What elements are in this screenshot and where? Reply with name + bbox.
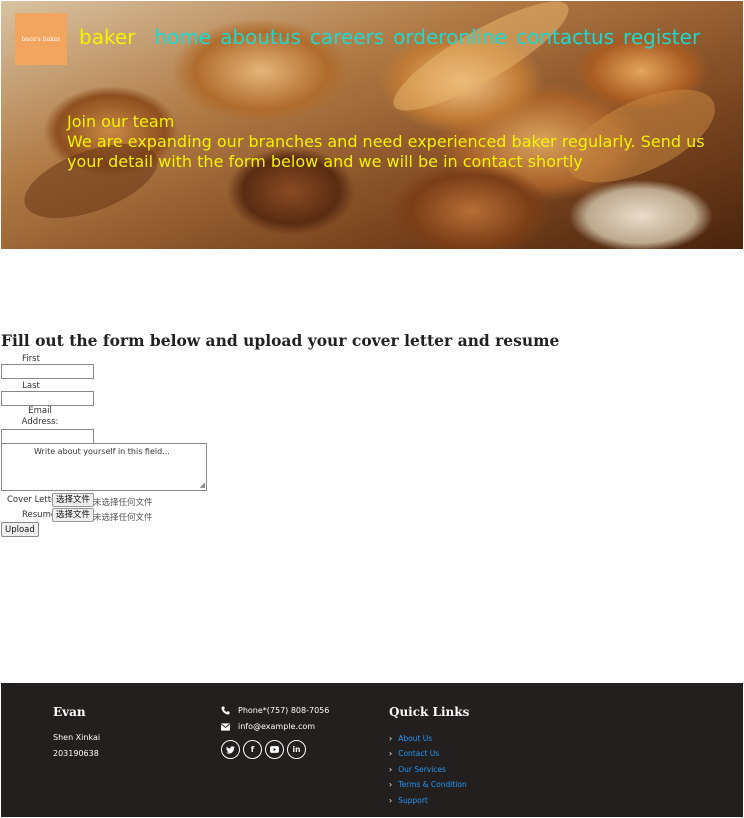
footer-email-text[interactable]: info@example.com — [238, 722, 315, 731]
site-logo[interactable]: baca's bakes — [15, 13, 67, 65]
cover-letter-choose-button[interactable]: 选择文件 — [52, 493, 95, 507]
footer-line-2: 203190638 — [53, 749, 99, 758]
nav-link-register[interactable]: register — [623, 25, 700, 49]
chevron-right-icon: › — [389, 734, 393, 743]
resize-handle-icon[interactable]: ◢ — [200, 481, 205, 489]
nav-link-contactus[interactable]: contactus — [516, 25, 614, 49]
quick-link-label[interactable]: Terms & Condition — [398, 780, 467, 789]
quick-link-about-us[interactable]: › About Us — [389, 734, 432, 743]
chevron-right-icon: › — [389, 765, 393, 774]
quick-link-contact-us[interactable]: › Contact Us — [389, 749, 439, 758]
about-textarea[interactable]: Write about yourself in this field... ◢ — [1, 443, 207, 491]
footer-phone: Phone*(757) 808-7056 — [221, 706, 329, 715]
upload-button[interactable]: Upload — [1, 522, 39, 537]
quick-link-label[interactable]: Our Services — [398, 765, 446, 774]
phone-icon — [221, 706, 230, 715]
email-label: Email Address: — [21, 406, 59, 427]
social-links: f in — [221, 740, 306, 759]
quick-links-title: Quick Links — [389, 705, 470, 719]
nav-link-careers[interactable]: careers — [310, 25, 384, 49]
twitter-icon[interactable] — [221, 740, 240, 759]
footer-line-1: Shen Xinkai — [53, 733, 101, 742]
nav-link-orderonline[interactable]: orderonline — [393, 25, 507, 49]
about-placeholder: Write about yourself in this field... — [34, 447, 170, 456]
logo-text: baca's bakes — [21, 35, 61, 43]
site-footer: Evan Shen Xinkai 203190638 Phone*(757) 8… — [1, 683, 743, 817]
main-nav: baker home aboutus careers orderonline c… — [79, 25, 700, 49]
facebook-icon[interactable]: f — [243, 740, 262, 759]
footer-email: info@example.com — [221, 722, 315, 731]
quick-link-label[interactable]: About Us — [398, 734, 432, 743]
hero-description: We are expanding our branches and need e… — [67, 132, 705, 171]
first-name-field[interactable] — [1, 364, 94, 379]
youtube-icon[interactable] — [265, 740, 284, 759]
quick-link-our-services[interactable]: › Our Services — [389, 765, 446, 774]
nav-link-home[interactable]: home — [154, 25, 211, 49]
resume-label: Resume — [22, 510, 57, 520]
resume-status: 未选择任何文件 — [93, 513, 153, 523]
chevron-right-icon: › — [389, 796, 393, 805]
resume-choose-button[interactable]: 选择文件 — [52, 508, 95, 522]
footer-name: Evan — [53, 705, 86, 719]
cover-letter-status: 未选择任何文件 — [93, 498, 153, 508]
quick-link-label[interactable]: Support — [398, 796, 428, 805]
envelope-icon — [221, 722, 230, 731]
quick-link-terms[interactable]: › Terms & Condition — [389, 780, 467, 789]
hero-banner: baca's bakes baker home aboutus careers … — [1, 1, 743, 249]
linkedin-icon[interactable]: in — [287, 740, 306, 759]
form-heading: Fill out the form below and upload your … — [1, 331, 560, 350]
footer-phone-text: Phone*(757) 808-7056 — [238, 706, 330, 715]
quick-link-label[interactable]: Contact Us — [398, 749, 439, 758]
nav-link-aboutus[interactable]: aboutus — [220, 25, 301, 49]
email-field[interactable] — [1, 429, 94, 444]
last-name-field[interactable] — [1, 391, 94, 406]
brand-name: baker — [79, 25, 136, 49]
quick-link-support[interactable]: › Support — [389, 796, 428, 805]
chevron-right-icon: › — [389, 780, 393, 789]
chevron-right-icon: › — [389, 749, 393, 758]
hero-title: Join our team — [67, 112, 175, 131]
